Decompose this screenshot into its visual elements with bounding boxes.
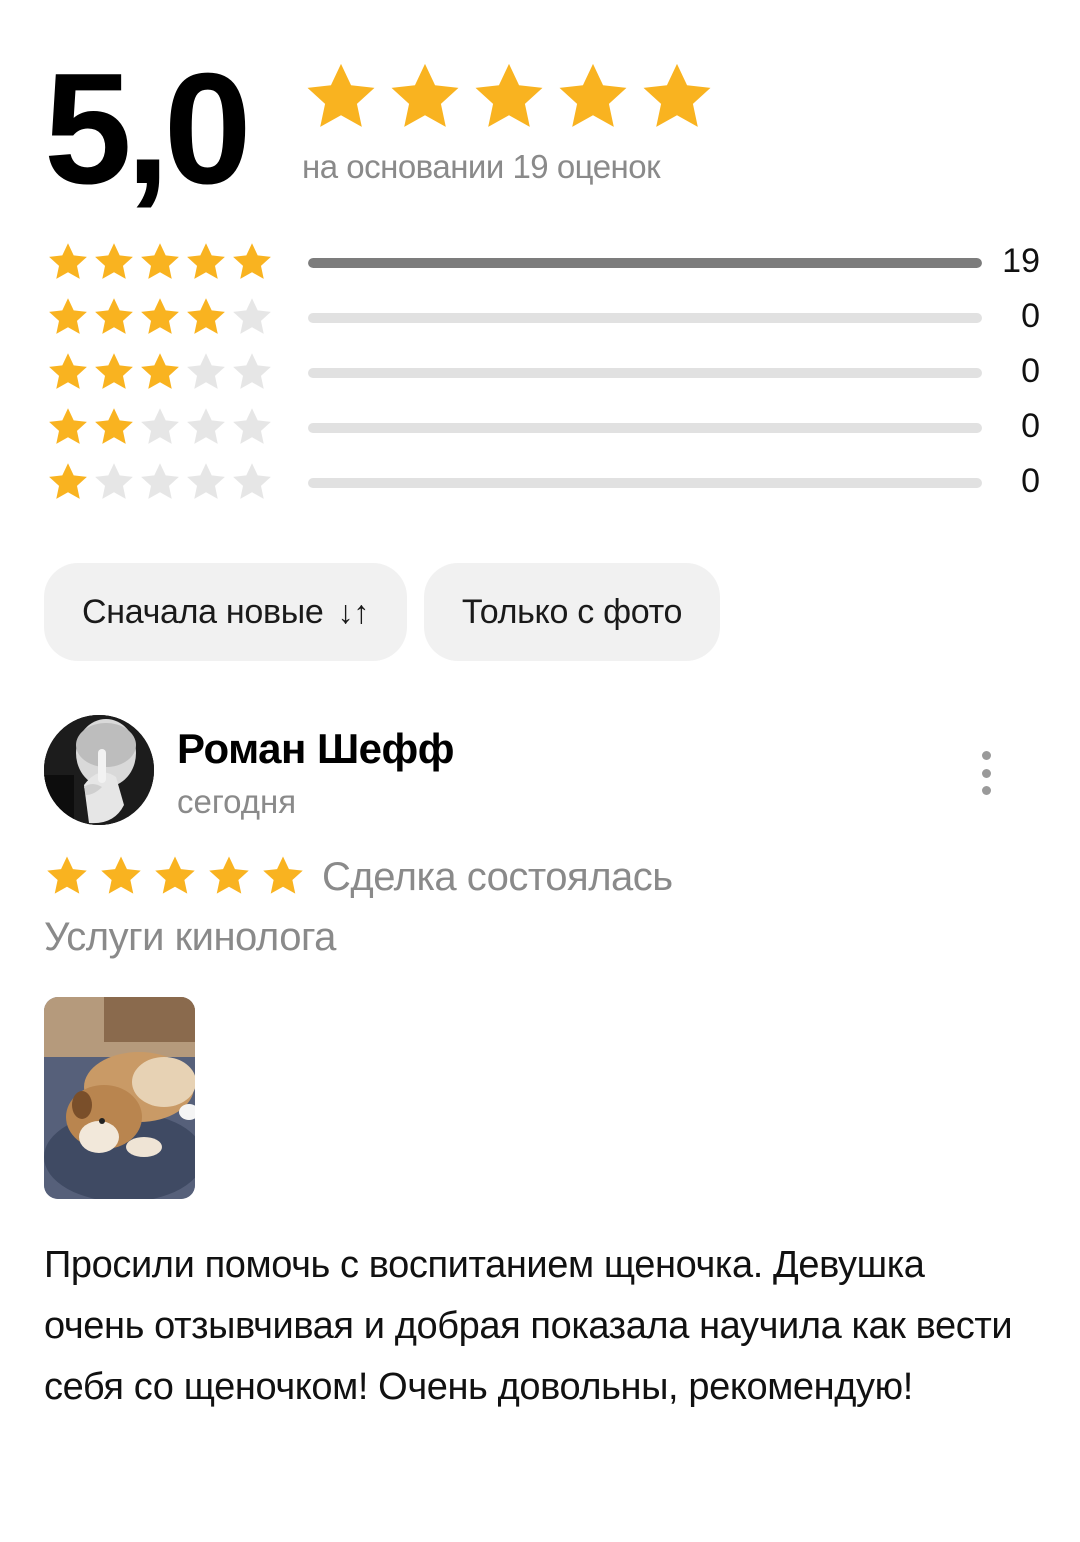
sort-arrows-icon: ↓↑ <box>337 593 370 630</box>
review-date: сегодня <box>177 783 297 820</box>
star-filled-icon <box>307 63 375 127</box>
star-filled-icon <box>391 63 459 127</box>
review-photo-image <box>44 997 195 1199</box>
star-empty-icon <box>233 353 271 389</box>
distribution-count: 0 <box>1021 407 1040 445</box>
star-empty-icon <box>233 463 271 499</box>
more-options-icon[interactable] <box>974 751 998 795</box>
distribution-bar <box>308 423 982 433</box>
star-filled-icon <box>101 856 141 894</box>
rating-distribution: 19 0 0 0 0 <box>46 240 1040 515</box>
star-filled-icon <box>49 408 87 444</box>
star-filled-icon <box>475 63 543 127</box>
distribution-stars <box>46 350 274 394</box>
star-filled-icon <box>559 63 627 127</box>
star-empty-icon <box>141 463 179 499</box>
star-filled-icon <box>209 856 249 894</box>
star-filled-icon <box>95 298 133 334</box>
star-filled-icon <box>95 408 133 444</box>
distribution-bar <box>308 368 982 378</box>
rating-summary: 5,0 на основании 19 оценок <box>44 50 1036 210</box>
star-filled-icon <box>141 353 179 389</box>
author-name[interactable]: Роман Шефф <box>177 725 455 773</box>
avatar-image <box>44 715 154 825</box>
distribution-stars <box>46 460 274 504</box>
distribution-bar <box>308 478 982 488</box>
sort-label: Сначала новые <box>82 592 324 631</box>
distribution-stars <box>46 405 274 449</box>
star-filled-icon <box>141 243 179 279</box>
distribution-row-1: 0 <box>46 460 1040 515</box>
distribution-row-3: 0 <box>46 350 1040 405</box>
star-filled-icon <box>95 353 133 389</box>
star-empty-icon <box>187 408 225 444</box>
distribution-stars <box>46 295 274 339</box>
star-filled-icon <box>47 856 87 894</box>
star-empty-icon <box>233 408 271 444</box>
star-filled-icon <box>187 298 225 334</box>
distribution-count: 0 <box>1021 462 1040 500</box>
service-name: Услуги кинолога <box>44 915 336 959</box>
star-filled-icon <box>233 243 271 279</box>
sort-newest-button[interactable]: Сначала новые ↓↑ <box>44 563 407 661</box>
distribution-row-4: 0 <box>46 295 1040 350</box>
distribution-count: 0 <box>1021 352 1040 390</box>
summary-stars <box>302 58 716 136</box>
star-empty-icon <box>95 463 133 499</box>
photo-only-filter-button[interactable]: Только с фото <box>423 563 721 661</box>
distribution-count: 0 <box>1021 297 1040 335</box>
distribution-row-2: 0 <box>46 405 1040 460</box>
star-empty-icon <box>187 353 225 389</box>
distribution-bar <box>308 313 982 323</box>
distribution-bar-fill <box>308 258 982 268</box>
rating-count-caption: на основании 19 оценок <box>302 148 661 185</box>
star-empty-icon <box>233 298 271 334</box>
distribution-row-5: 19 <box>46 240 1040 295</box>
review-stars <box>44 853 306 899</box>
review-filters: Сначала новые ↓↑ Только с фото <box>44 563 721 661</box>
star-filled-icon <box>49 463 87 499</box>
average-rating: 5,0 <box>44 41 252 217</box>
star-filled-icon <box>643 63 711 127</box>
star-filled-icon <box>263 856 303 894</box>
star-filled-icon <box>155 856 195 894</box>
deal-status: Сделка состоялась <box>322 855 673 899</box>
avatar[interactable] <box>44 715 154 825</box>
review-text: Просили помочь с воспитанием щеночка. Де… <box>44 1244 1013 1408</box>
star-empty-icon <box>187 463 225 499</box>
star-filled-icon <box>187 243 225 279</box>
distribution-count: 19 <box>1002 242 1040 280</box>
distribution-stars <box>46 240 274 284</box>
star-filled-icon <box>95 243 133 279</box>
star-empty-icon <box>141 408 179 444</box>
photo-only-label: Только с фото <box>461 592 683 631</box>
review-photo[interactable] <box>44 997 195 1199</box>
star-filled-icon <box>49 298 87 334</box>
star-filled-icon <box>49 353 87 389</box>
star-filled-icon <box>141 298 179 334</box>
distribution-bar <box>308 258 982 268</box>
star-filled-icon <box>49 243 87 279</box>
